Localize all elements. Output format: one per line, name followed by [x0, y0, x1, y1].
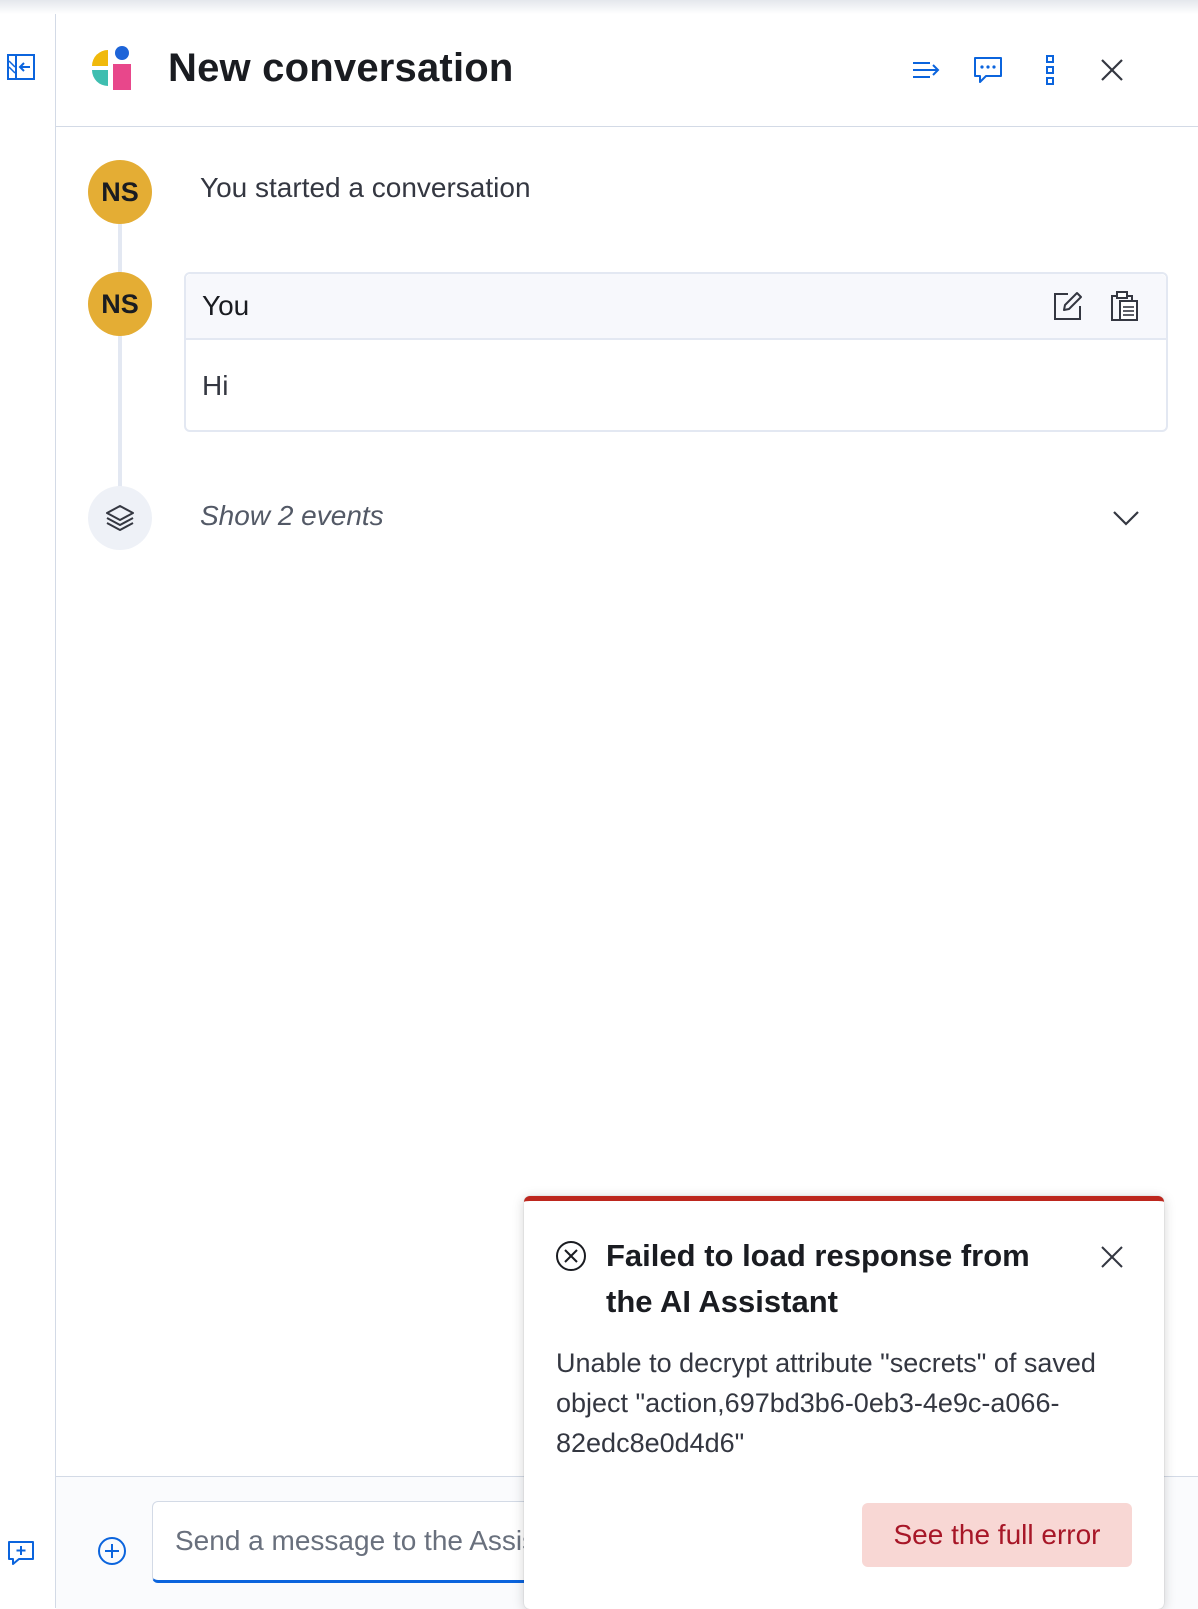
see-full-error-button[interactable]: See the full error [862, 1503, 1132, 1567]
message-body: Hi [202, 370, 229, 401]
toast-message: Unable to decrypt attribute "secrets" of… [556, 1348, 1096, 1458]
collapse-panel-icon [7, 54, 35, 80]
close-icon [1101, 59, 1123, 81]
show-events-toggle[interactable]: Show 2 events [200, 500, 384, 532]
collapse-panel-button[interactable] [4, 50, 38, 84]
chat-icon [974, 57, 1002, 83]
plus-in-circle-icon [98, 1537, 126, 1565]
chat-button[interactable] [968, 50, 1008, 90]
conversation-started-text: You started a conversation [200, 172, 531, 203]
events-badge [88, 486, 152, 550]
timeline-line [118, 190, 122, 490]
layers-icon [106, 505, 134, 531]
add-context-button[interactable] [94, 1533, 130, 1569]
top-edge [0, 0, 1198, 14]
error-icon [556, 1241, 586, 1271]
message-card: You Hi [184, 272, 1168, 432]
close-icon [1101, 1246, 1123, 1268]
flyout-header: New conversation [56, 14, 1198, 127]
left-rail [0, 14, 56, 1608]
copy-message-button[interactable] [1106, 288, 1142, 324]
message-header: You [186, 274, 1166, 340]
edit-icon [1054, 292, 1082, 320]
more-actions-button[interactable] [1030, 50, 1070, 90]
toast-title: Failed to load response from the AI Assi… [606, 1238, 1030, 1319]
close-flyout-button[interactable] [1092, 50, 1132, 90]
chevron-down-icon [1113, 511, 1139, 526]
page-title: New conversation [168, 46, 514, 90]
expand-events-button[interactable] [1108, 500, 1144, 536]
dismiss-toast-button[interactable] [1092, 1237, 1132, 1277]
more-vertical-icon [1046, 55, 1054, 85]
expand-list-button[interactable] [906, 50, 946, 90]
clipboard-icon [1111, 291, 1138, 321]
error-toast: Failed to load response from the AI Assi… [524, 1196, 1164, 1609]
message-author: You [202, 290, 250, 321]
expand-list-icon [913, 62, 940, 78]
chat-add-icon [8, 1541, 34, 1565]
edit-message-button[interactable] [1050, 288, 1086, 324]
avatar: NS [88, 272, 152, 336]
new-chat-button[interactable] [4, 1536, 38, 1570]
avatar: NS [88, 160, 152, 224]
ai-assistant-logo [92, 46, 131, 90]
